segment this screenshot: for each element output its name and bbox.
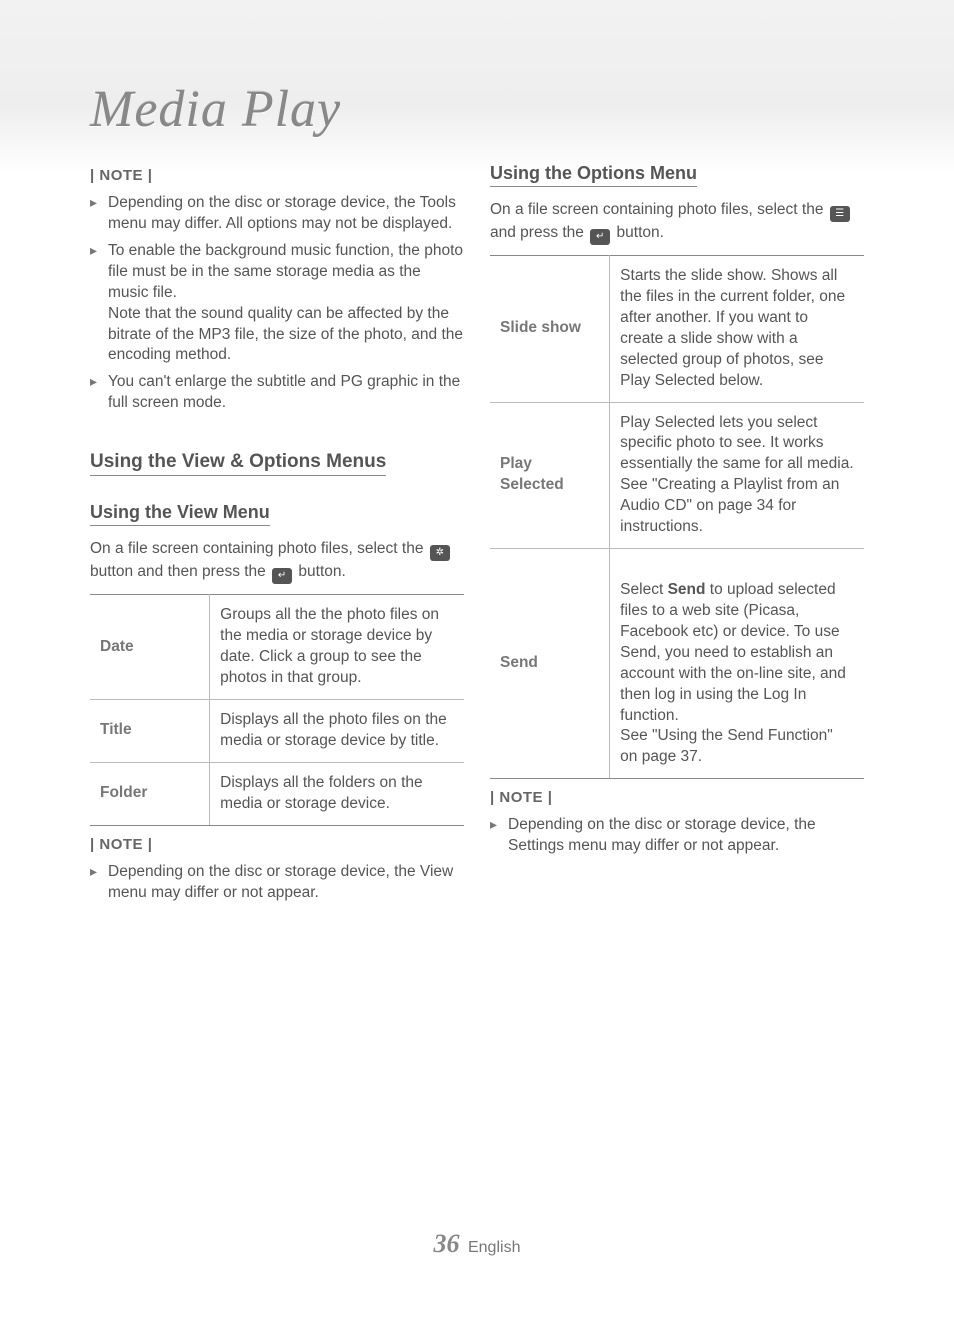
subsection-heading-options-menu: Using the Options Menu <box>490 163 697 187</box>
row-name: Send <box>490 549 610 779</box>
note-item: Depending on the disc or storage device,… <box>90 859 464 907</box>
row-desc: Starts the slide show. Shows all the fil… <box>610 256 864 403</box>
table-row: Play Selected Play Selected lets you sel… <box>490 402 864 549</box>
note-item: Depending on the disc or storage device,… <box>90 190 464 238</box>
section-heading-view-options: Using the View & Options Menus <box>90 451 386 476</box>
note-item: You can't enlarge the subtitle and PG gr… <box>90 369 464 417</box>
page-title: Media Play <box>90 80 894 139</box>
row-name: Folder <box>90 762 210 825</box>
table-row: Send Select Send to upload selected file… <box>490 549 864 779</box>
lead-text: On a file screen containing photo files,… <box>90 540 428 557</box>
row-desc: Play Selected lets you select specific p… <box>610 402 864 549</box>
enter-icon: ↵ <box>590 229 610 245</box>
lead-text: button. <box>298 563 345 580</box>
lead-text: button and then press the <box>90 563 270 580</box>
table-row: Date Groups all the the photo files on t… <box>90 595 464 700</box>
page-footer: 36 English <box>0 1229 954 1259</box>
row-desc: Select Send to upload selected files to … <box>610 549 864 779</box>
page-number: 36 <box>434 1229 460 1258</box>
right-column: Using the Options Menu On a file screen … <box>490 159 864 922</box>
options-icon: ☰ <box>830 206 850 222</box>
desc-text: Select <box>620 581 667 598</box>
gear-icon: ✲ <box>430 545 450 561</box>
note-label: | NOTE | <box>90 167 464 184</box>
subsection-heading-view-menu: Using the View Menu <box>90 502 270 526</box>
note-label: | NOTE | <box>490 789 864 806</box>
notes-list-top: Depending on the disc or storage device,… <box>90 190 464 417</box>
row-name: Title <box>90 699 210 762</box>
table-row: Folder Displays all the folders on the m… <box>90 762 464 825</box>
desc-bold: Send <box>668 581 706 598</box>
view-menu-lead: On a file screen containing photo files,… <box>90 538 464 584</box>
left-column: | NOTE | Depending on the disc or storag… <box>90 159 464 922</box>
row-desc: Displays all the folders on the media or… <box>210 762 464 825</box>
lead-text: and press the <box>490 224 588 241</box>
table-row: Slide show Starts the slide show. Shows … <box>490 256 864 403</box>
table-row: Title Displays all the photo files on th… <box>90 699 464 762</box>
row-name: Play Selected <box>490 402 610 549</box>
view-menu-table: Date Groups all the the photo files on t… <box>90 594 464 825</box>
lead-text: button. <box>617 224 664 241</box>
options-menu-lead: On a file screen containing photo files,… <box>490 199 864 245</box>
row-desc: Groups all the the photo files on the me… <box>210 595 464 700</box>
note-item: To enable the background music function,… <box>90 238 464 370</box>
desc-text: to upload selected files to a web site (… <box>620 581 846 765</box>
page-language: English <box>468 1239 520 1256</box>
row-desc: Displays all the photo files on the medi… <box>210 699 464 762</box>
lead-text: On a file screen containing photo files,… <box>490 201 828 218</box>
row-name: Date <box>90 595 210 700</box>
row-name: Slide show <box>490 256 610 403</box>
enter-icon: ↵ <box>272 568 292 584</box>
note-label: | NOTE | <box>90 836 464 853</box>
notes-list-bottom: Depending on the disc or storage device,… <box>90 859 464 907</box>
notes-list-right: Depending on the disc or storage device,… <box>490 812 864 860</box>
options-menu-table: Slide show Starts the slide show. Shows … <box>490 255 864 779</box>
note-item: Depending on the disc or storage device,… <box>490 812 864 860</box>
